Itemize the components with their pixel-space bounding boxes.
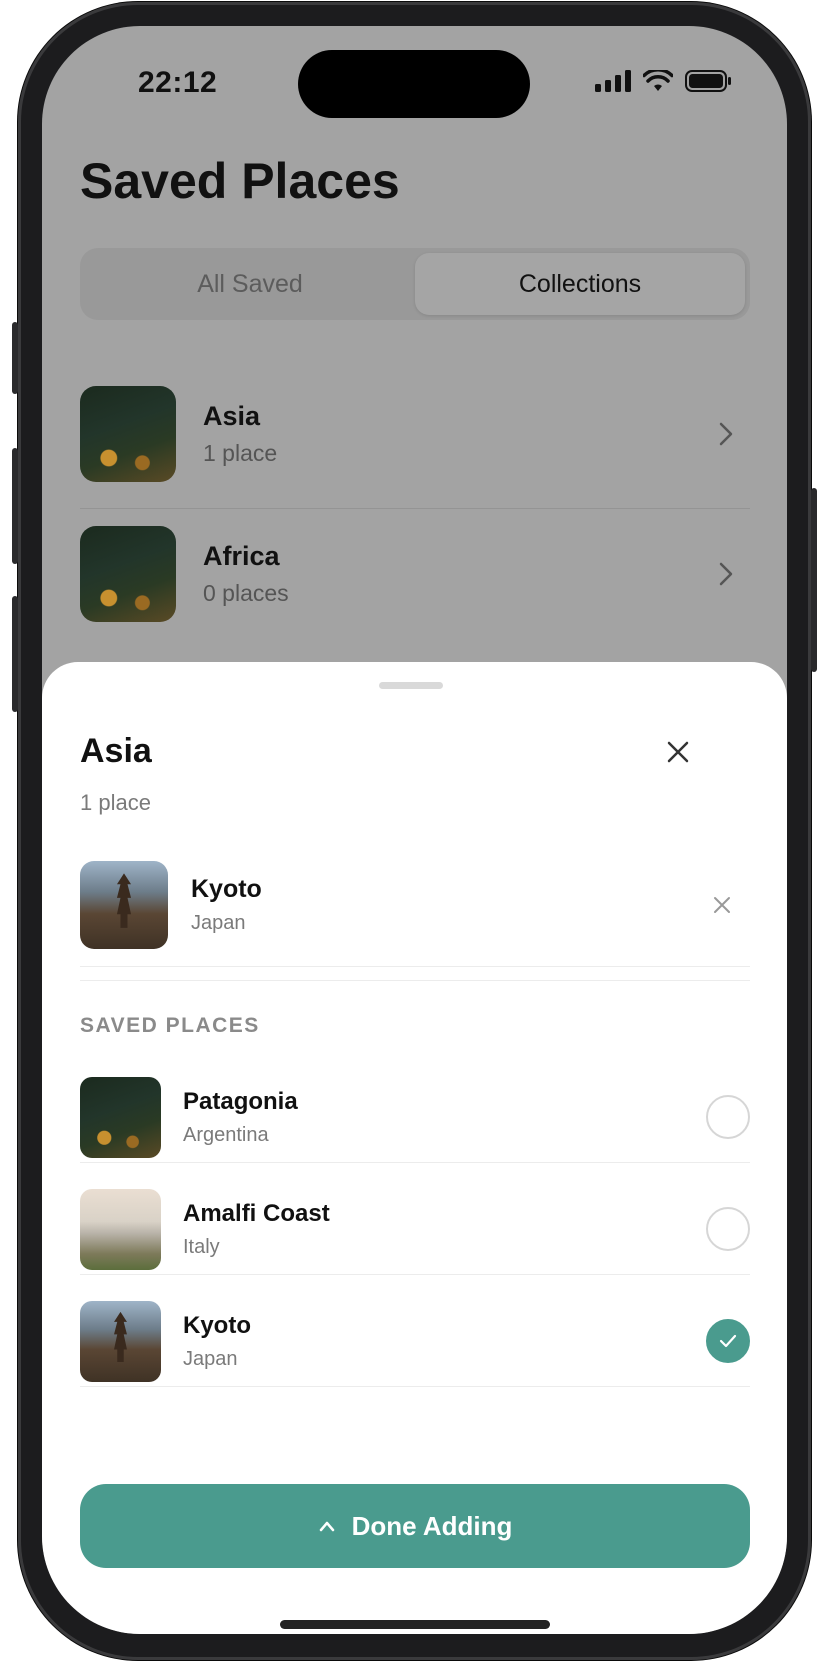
done-adding-button[interactable]: Done Adding	[80, 1484, 750, 1568]
place-name: Patagonia	[183, 1087, 298, 1115]
tab-all-saved[interactable]: All Saved	[85, 253, 415, 315]
sheet-title: Asia	[80, 732, 152, 770]
volume-up-button	[12, 448, 18, 564]
check-icon	[719, 1334, 737, 1348]
select-radio-checked[interactable]	[706, 1319, 750, 1363]
collection-row-africa[interactable]: Africa 0 places	[80, 500, 750, 648]
select-radio[interactable]	[706, 1207, 750, 1251]
battery-icon	[685, 70, 731, 92]
collection-thumbnail	[80, 386, 176, 482]
place-name: Kyoto	[191, 875, 262, 903]
status-icons	[595, 70, 731, 92]
place-thumbnail	[80, 1076, 161, 1158]
place-name: Amalfi Coast	[183, 1199, 330, 1227]
wifi-icon	[643, 70, 673, 91]
close-icon	[714, 897, 730, 913]
segmented-control: All Saved Collections	[80, 248, 750, 320]
home-indicator[interactable]	[280, 1620, 550, 1629]
screen: 22:12 Saved Places All Saved Collections…	[42, 26, 787, 1634]
close-button[interactable]	[658, 732, 698, 772]
sheet-grabber[interactable]	[379, 682, 443, 689]
place-name: Kyoto	[183, 1311, 251, 1339]
collection-item-kyoto: Kyoto Japan	[80, 860, 750, 950]
place-row-amalfi-coast[interactable]: Amalfi Coast Italy	[80, 1170, 750, 1288]
place-thumbnail	[80, 1188, 161, 1270]
collection-name: Asia	[203, 401, 261, 431]
divider	[80, 980, 750, 981]
place-row-kyoto[interactable]: Kyoto Japan	[80, 1282, 750, 1400]
signal-icon	[595, 70, 631, 92]
status-time: 22:12	[138, 66, 218, 99]
place-row-patagonia[interactable]: Patagonia Argentina	[80, 1058, 750, 1176]
close-icon	[667, 741, 689, 763]
select-radio[interactable]	[706, 1095, 750, 1139]
tab-collections[interactable]: Collections	[415, 253, 745, 315]
power-button	[811, 488, 817, 672]
chevron-right-icon	[719, 562, 733, 586]
divider	[80, 966, 750, 967]
chevron-right-icon	[719, 422, 733, 446]
divider	[80, 1162, 750, 1163]
place-country: Italy	[183, 1235, 220, 1258]
done-adding-label: Done Adding	[351, 1510, 513, 1541]
place-country: Argentina	[183, 1123, 269, 1146]
place-thumbnail	[80, 1300, 161, 1382]
collection-count: 1 place	[203, 440, 278, 466]
place-thumbnail	[80, 861, 168, 949]
collection-row-asia[interactable]: Asia 1 place	[80, 360, 750, 508]
dynamic-island	[298, 50, 530, 118]
action-button	[12, 322, 18, 394]
section-header: SAVED PLACES	[80, 1014, 260, 1037]
volume-down-button	[12, 596, 18, 712]
remove-item-button[interactable]	[702, 885, 742, 925]
page-title: Saved Places	[80, 153, 400, 209]
divider	[80, 1274, 750, 1275]
collection-count: 0 places	[203, 580, 289, 606]
divider	[80, 1386, 750, 1387]
collection-thumbnail	[80, 526, 176, 622]
sheet-subtitle: 1 place	[80, 790, 151, 815]
chevron-up-icon	[319, 1521, 334, 1532]
place-country: Japan	[183, 1347, 238, 1370]
collection-name: Africa	[203, 541, 280, 571]
bottom-sheet: Asia 1 place Kyoto Japan SAVED PLACES Pa…	[42, 662, 787, 1634]
place-country: Japan	[191, 912, 246, 934]
